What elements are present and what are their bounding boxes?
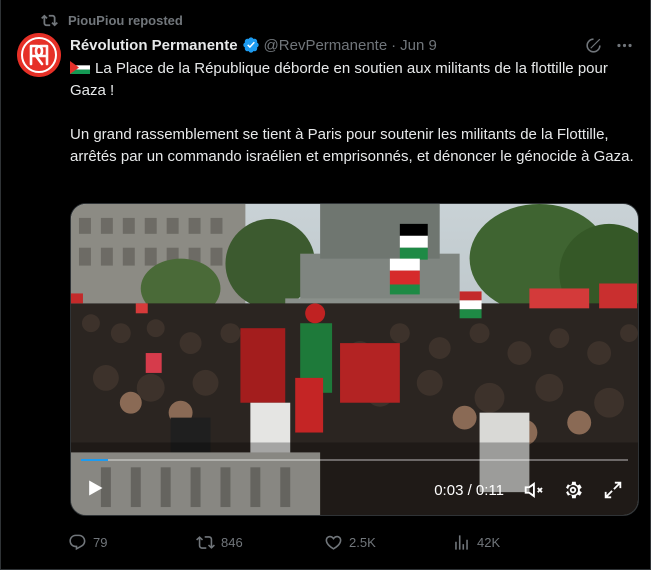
separator-dot: · (391, 36, 397, 54)
play-icon (89, 480, 103, 495)
tweet-line-1: La Place de la République déborde en sou… (70, 58, 640, 102)
reply-button[interactable]: 79 (68, 533, 196, 552)
repost-count: 846 (221, 534, 243, 550)
reply-count: 79 (93, 534, 108, 550)
fullscreen-icon[interactable] (602, 479, 624, 501)
tweet-card[interactable]: PiouPiou reposted Révolution Permanente … (0, 0, 651, 570)
author-handle[interactable]: @RevPermanente (264, 37, 388, 54)
settings-gear-icon[interactable] (562, 479, 584, 501)
repost-action-icon (196, 535, 215, 549)
video-controls: 0:03 / 0:11 (71, 465, 638, 515)
tweet-actions: 79 846 2.5K 42K (68, 531, 632, 553)
tweet-line-2: Un grand rassemblement se tient à Paris … (70, 126, 634, 165)
avatar[interactable] (17, 33, 61, 77)
video-player[interactable]: 0:03 / 0:11 (70, 203, 639, 516)
play-button[interactable] (85, 478, 105, 503)
repost-banner-text[interactable]: PiouPiou reposted (68, 13, 183, 28)
tweet-line-1-text: La Place de la République déborde en sou… (70, 60, 608, 99)
volume-icon[interactable] (522, 479, 544, 501)
verified-badge-icon[interactable] (242, 36, 260, 54)
views-chart-icon (455, 534, 468, 550)
tweet-header: Révolution Permanente @RevPermanente · J… (70, 34, 634, 56)
video-progress-fill (81, 459, 109, 461)
tweet-date[interactable]: Jun 9 (400, 37, 437, 54)
views-count: 42K (477, 534, 501, 550)
reply-icon (69, 534, 86, 550)
views-button[interactable]: 42K (452, 533, 572, 552)
more-options-icon[interactable] (615, 36, 634, 55)
tweet-body: La Place de la République déborde en sou… (70, 58, 640, 168)
rp-logo-icon (17, 33, 61, 77)
like-count: 2.5K (349, 534, 376, 550)
repost-button[interactable]: 846 (196, 533, 324, 552)
video-time: 0:03 / 0:11 (434, 481, 504, 499)
repost-icon (41, 14, 58, 26)
grok-icon[interactable] (584, 36, 603, 55)
like-button[interactable]: 2.5K (324, 533, 452, 552)
author-name[interactable]: Révolution Permanente (70, 37, 238, 54)
heart-icon (325, 535, 342, 550)
video-progress-bar[interactable] (81, 459, 628, 461)
repost-banner: PiouPiou reposted (41, 11, 183, 29)
palestine-flag-icon (70, 61, 90, 74)
